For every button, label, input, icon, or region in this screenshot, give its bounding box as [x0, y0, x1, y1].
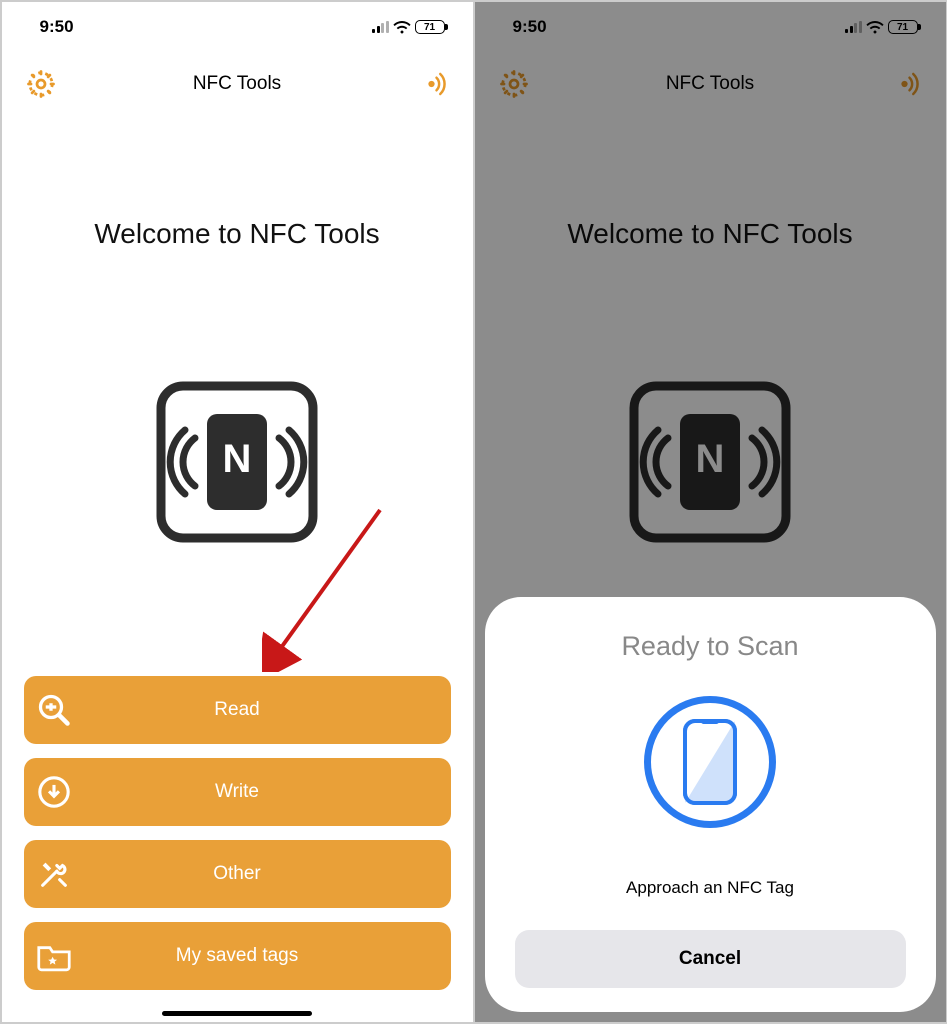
app-title: NFC Tools: [193, 73, 281, 95]
saved-tags-button[interactable]: My saved tags: [24, 922, 451, 990]
other-label: Other: [24, 863, 451, 885]
status-time: 9:50: [40, 17, 74, 37]
cancel-button[interactable]: Cancel: [515, 930, 906, 988]
screenshot-right: 9:50 71 NFC Tools Welcome t: [475, 2, 946, 1022]
wifi-icon: [393, 21, 411, 34]
screenshot-left: 9:50 71 NFC Tools: [2, 2, 473, 1022]
battery-icon: 71: [415, 20, 445, 34]
nfc-scan-sheet: Ready to Scan Approach an NFC Tag Cancel: [485, 597, 936, 1012]
cellular-icon: [372, 21, 389, 33]
write-button[interactable]: Write: [24, 758, 451, 826]
status-indicators: 71: [372, 20, 445, 34]
battery-level: 71: [424, 22, 435, 33]
scan-phone-icon: [644, 696, 776, 828]
settings-gear-icon[interactable]: [24, 67, 58, 101]
saved-tags-label: My saved tags: [24, 945, 451, 967]
sheet-title: Ready to Scan: [621, 631, 798, 662]
svg-text:N: N: [223, 437, 252, 481]
nfc-brand-icon[interactable]: [417, 67, 451, 101]
home-indicator[interactable]: [162, 1011, 312, 1016]
sheet-message: Approach an NFC Tag: [626, 878, 794, 898]
other-button[interactable]: Other: [24, 840, 451, 908]
read-label: Read: [24, 699, 451, 721]
welcome-heading: Welcome to NFC Tools: [2, 218, 473, 250]
status-bar: 9:50 71: [2, 2, 473, 52]
main-menu: Read Write Other My saved tags: [2, 676, 473, 990]
nfc-logo: N: [2, 378, 473, 546]
write-label: Write: [24, 781, 451, 803]
read-button[interactable]: Read: [24, 676, 451, 744]
cancel-label: Cancel: [679, 948, 741, 970]
app-header: NFC Tools: [2, 52, 473, 108]
